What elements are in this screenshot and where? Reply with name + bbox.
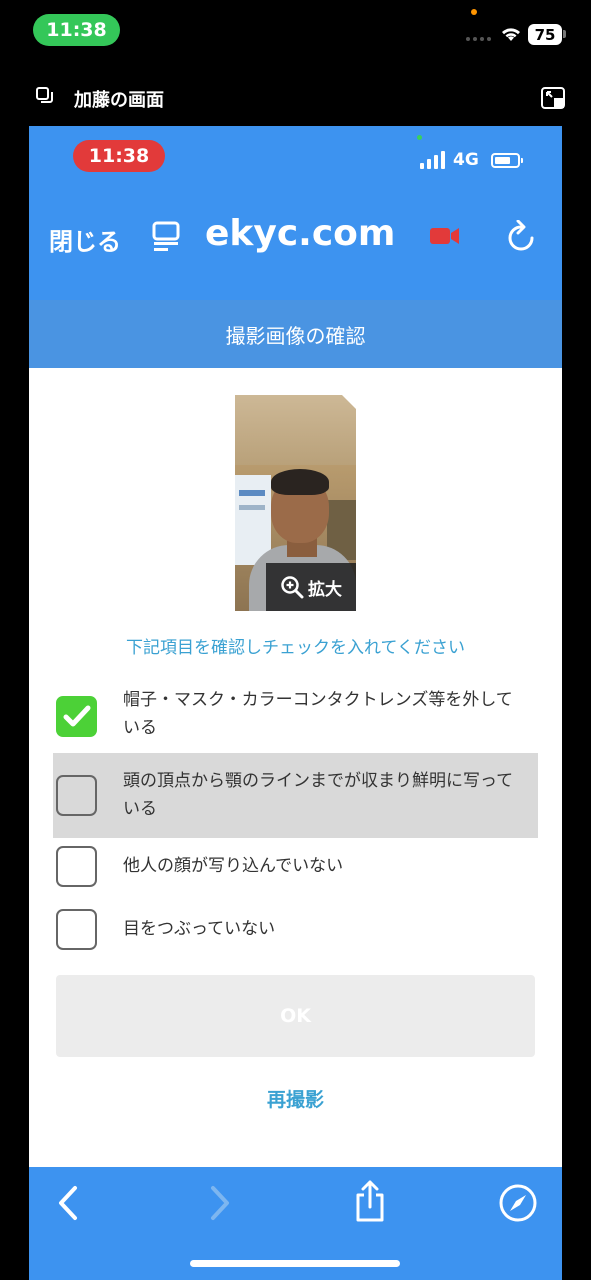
checkbox-checked[interactable]: [56, 696, 97, 737]
reload-icon[interactable]: [506, 220, 536, 254]
compass-icon[interactable]: [498, 1183, 538, 1223]
checklist-label: 他人の顔が写り込んでいない: [123, 856, 344, 876]
captured-photo[interactable]: 拡大: [235, 395, 356, 611]
signal-dots-icon: [466, 37, 491, 41]
zoom-button[interactable]: 拡大: [266, 563, 356, 611]
screen-share-icon: [36, 87, 53, 103]
chevron-right-icon[interactable]: [209, 1185, 231, 1221]
checklist-item-no-other-faces[interactable]: 他人の顔が写り込んでいない: [53, 842, 538, 892]
inner-battery-tip: [521, 158, 523, 163]
inner-status-time: 11:38: [73, 140, 165, 172]
screen-share-bar: 加藤の画面: [0, 80, 591, 116]
checkbox-unchecked[interactable]: [56, 846, 97, 887]
wifi-icon: [502, 28, 520, 41]
share-title: 加藤の画面: [74, 90, 164, 111]
battery-tip: [563, 30, 566, 38]
outer-status-time: 11:38: [33, 14, 120, 46]
cellular-signal-icon: [420, 151, 445, 169]
shared-screen: 11:38 4G 閉じる ekyc.com 撮影画像の確認 拡大 下記項目を確認…: [29, 126, 562, 1280]
browser-top-bar: 閉じる ekyc.com: [29, 186, 562, 300]
zoom-in-icon: [281, 576, 304, 599]
network-type: 4G: [453, 150, 479, 170]
retake-link[interactable]: 再撮影: [29, 1085, 562, 1112]
inner-battery-icon: [491, 153, 520, 168]
mic-indicator-dot: [471, 9, 477, 15]
url-display[interactable]: ekyc.com: [205, 213, 395, 254]
inner-status-bar: 11:38 4G: [29, 126, 562, 186]
chevron-left-icon[interactable]: [57, 1185, 79, 1221]
browser-bottom-toolbar: [29, 1167, 562, 1280]
checkbox-unchecked[interactable]: [56, 909, 97, 950]
checklist-label: 目をつぶっていない: [123, 919, 276, 939]
zoom-label: 拡大: [308, 579, 342, 600]
close-button[interactable]: 閉じる: [49, 222, 121, 257]
expand-icon[interactable]: [541, 86, 565, 110]
home-indicator: [190, 1260, 400, 1267]
page-title: 撮影画像の確認: [29, 300, 562, 368]
checkbox-unchecked[interactable]: [56, 775, 97, 816]
ok-button[interactable]: OK: [56, 975, 535, 1057]
checklist-label: 帽子・マスク・カラーコンタクトレンズ等を外している: [123, 690, 513, 738]
checklist-item-eyes-open[interactable]: 目をつぶっていない: [53, 906, 538, 956]
outer-status-bar: 11:38 75: [0, 0, 591, 60]
checkmark-icon: [63, 705, 91, 727]
instruction-text: 下記項目を確認しチェックを入れてください: [126, 638, 465, 658]
reader-mode-icon[interactable]: [151, 220, 181, 252]
outer-battery-level: 75: [528, 24, 562, 45]
video-camera-icon[interactable]: [430, 226, 460, 246]
share-icon[interactable]: [353, 1179, 387, 1223]
checklist-label: 頭の頂点から顎のラインまでが収まり鮮明に写っている: [123, 771, 514, 819]
camera-indicator-dot: [417, 135, 422, 140]
checklist-item-head-framing[interactable]: 頭の頂点から顎のラインまでが収まり鮮明に写っている: [53, 753, 538, 838]
checklist-item-no-accessories[interactable]: 帽子・マスク・カラーコンタクトレンズ等を外している: [53, 680, 538, 756]
